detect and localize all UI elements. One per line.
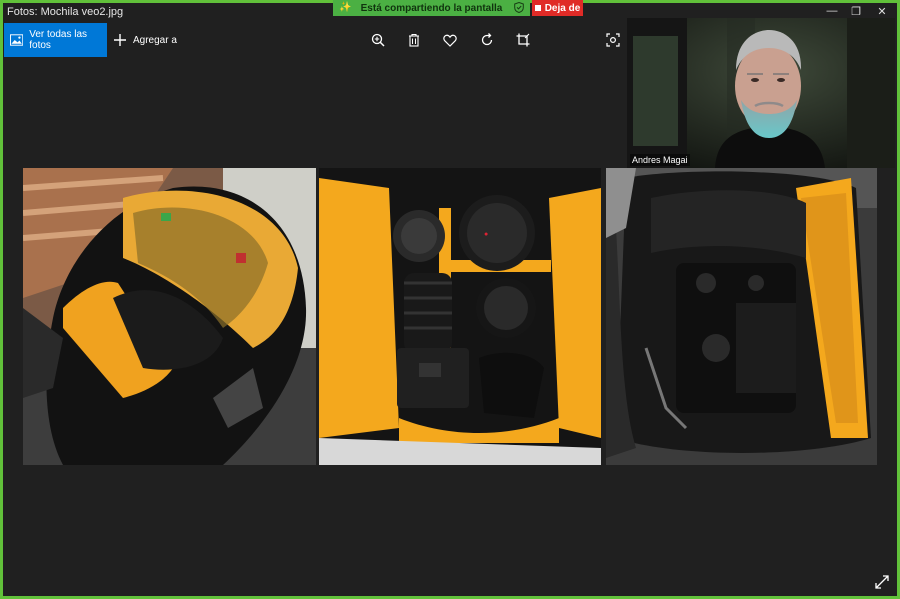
webcam-video-panel[interactable]: Andres Magai (627, 18, 895, 168)
lens-cap-brand: ● (484, 231, 488, 238)
rotate-icon (481, 33, 493, 46)
stop-sharing-label: Deja de (544, 2, 581, 14)
photo-backpack-camera-side[interactable] (606, 168, 877, 465)
photo-backpack-open-front[interactable] (23, 168, 316, 465)
photo-backpack-lenses-camera[interactable]: ● (319, 168, 601, 465)
expand-fullscreen-icon[interactable] (874, 574, 890, 590)
delete-button[interactable] (404, 30, 424, 50)
visual-search-icon (606, 33, 620, 47)
participant-name: Andres Magai (630, 154, 690, 166)
camera-side-image (606, 168, 877, 465)
participant-video (627, 18, 895, 168)
crop-button[interactable] (513, 30, 533, 50)
lenses-camera-image: ● (319, 168, 601, 465)
zoom-in-icon (371, 33, 385, 47)
view-all-photos-label: Ver todas las fotos (29, 29, 88, 51)
favorite-button[interactable] (440, 30, 460, 50)
rotate-button[interactable] (477, 30, 497, 50)
close-icon: ✕ (877, 5, 887, 18)
stop-sharing-button[interactable]: Deja de (532, 0, 583, 16)
minimize-icon: — (826, 5, 838, 17)
restore-icon: ❐ (851, 5, 861, 18)
gallery-icon (10, 34, 24, 46)
backpack-open-image (23, 168, 316, 465)
add-to-button[interactable]: Agregar a (113, 23, 177, 57)
plus-icon (114, 34, 126, 46)
favorite-icon (443, 34, 457, 47)
window-title: Fotos: Mochila veo2.jpg (7, 6, 124, 18)
shield-icon (514, 2, 524, 13)
pin-icon: ✨ (339, 2, 352, 13)
view-all-photos-button[interactable]: Ver todas las fotos (4, 23, 107, 57)
delete-icon (409, 33, 419, 47)
stop-icon (534, 5, 541, 11)
add-to-label: Agregar a (133, 34, 177, 46)
screen-share-status: Está compartiendo la pantalla (360, 2, 503, 14)
screen-share-bar[interactable]: ✨ Está compartiendo la pantalla (333, 0, 530, 16)
crop-icon (516, 33, 530, 47)
zoom-in-button[interactable] (368, 30, 388, 50)
close-button[interactable]: ✕ (867, 3, 897, 19)
visual-search-button[interactable] (603, 30, 623, 50)
